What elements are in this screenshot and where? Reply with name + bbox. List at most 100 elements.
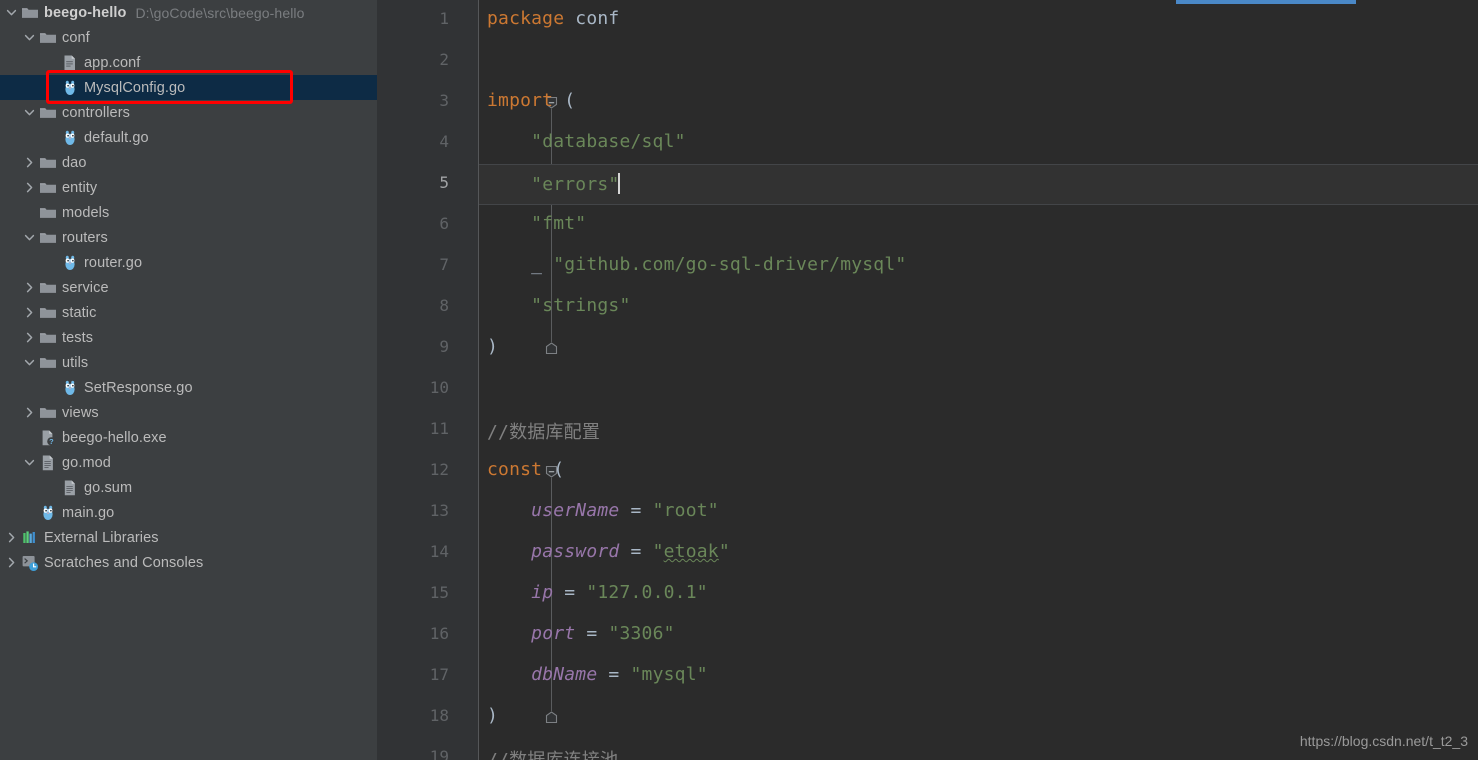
go-gopher-icon [61, 379, 79, 397]
tree-item-external-libraries[interactable]: External Libraries [0, 525, 377, 550]
code-line[interactable]: //数据库配置 [479, 410, 1478, 451]
tree-item-go-mod[interactable]: go.mod [0, 450, 377, 475]
tree-item-dao[interactable]: dao [0, 150, 377, 175]
code-line-text: ) [487, 336, 499, 357]
line-number: 16 [429, 624, 449, 643]
code-line[interactable]: port = "3306" [479, 615, 1478, 656]
code-line-text: "database/sql" [531, 131, 686, 152]
project-tree-panel[interactable]: beego-hello D:\goCode\src\beego-hello conf… [0, 0, 377, 760]
folder-icon [39, 304, 57, 322]
tree-item-label: SetResponse.go [84, 379, 193, 396]
line-number-gutter: 1 2 3 4 5 6 7 8 9 10 11 12 13 14 15 16 17 18 19 [377, 0, 459, 760]
tree-item-beego-hello-exe[interactable]: ? beego-hello.exe [0, 425, 377, 450]
code-line[interactable]: ) [479, 328, 1478, 369]
tree-item-router-go[interactable]: router.go [0, 250, 377, 275]
tree-item-entity[interactable]: entity [0, 175, 377, 200]
code-line[interactable]: "fmt" [479, 205, 1478, 246]
chevron-right-icon[interactable] [22, 405, 37, 420]
code-line[interactable]: import ( [479, 82, 1478, 123]
chevron-down-icon[interactable] [22, 30, 37, 45]
chevron-right-icon[interactable] [4, 530, 19, 545]
code-line[interactable]: userName = "root" [479, 492, 1478, 533]
tree-item-label: static [62, 304, 97, 321]
chevron-right-icon[interactable] [22, 305, 37, 320]
chevron-right-icon[interactable] [22, 280, 37, 295]
code-text-area[interactable]: package conf import ( "database/sql" "err… [479, 0, 1478, 760]
tree-arrow-placeholder [22, 430, 37, 445]
line-number: 15 [429, 583, 449, 602]
code-line-text: ) [487, 705, 499, 726]
code-line-text: //数据库连接池 [487, 746, 618, 760]
code-line-text: port = "3306" [531, 623, 675, 644]
tree-item-setresponse-go[interactable]: SetResponse.go [0, 375, 377, 400]
code-line[interactable]: "strings" [479, 287, 1478, 328]
chevron-right-icon[interactable] [4, 555, 19, 570]
code-line[interactable]: "database/sql" [479, 123, 1478, 164]
code-line[interactable] [479, 369, 1478, 410]
code-line-text: userName = "root" [531, 500, 719, 521]
go-gopher-icon [61, 79, 79, 97]
chevron-down-icon[interactable] [22, 355, 37, 370]
line-number: 2 [439, 50, 449, 69]
tree-item-utils[interactable]: utils [0, 350, 377, 375]
project-tree[interactable]: beego-hello D:\goCode\src\beego-hello conf… [0, 0, 377, 575]
folder-icon [39, 154, 57, 172]
tree-item-beego-hello[interactable]: beego-hello D:\goCode\src\beego-hello [0, 0, 377, 25]
tree-item-label: entity [62, 179, 98, 196]
tree-item-default-go[interactable]: default.go [0, 125, 377, 150]
line-number: 1 [439, 9, 449, 28]
code-line-text: "errors" [531, 173, 621, 195]
chevron-down-icon[interactable] [22, 105, 37, 120]
line-number: 11 [429, 419, 449, 438]
code-line[interactable]: "errors" [479, 164, 1478, 205]
tree-item-scratches-and-consoles[interactable]: Scratches and Consoles [0, 550, 377, 575]
code-line[interactable]: password = "etoak" [479, 533, 1478, 574]
line-number: 8 [439, 296, 449, 315]
chevron-down-icon[interactable] [22, 230, 37, 245]
editor-scrollbar-indicator[interactable] [1176, 0, 1356, 4]
tree-item-controllers[interactable]: controllers [0, 100, 377, 125]
code-line[interactable]: ip = "127.0.0.1" [479, 574, 1478, 615]
tree-item-main-go[interactable]: main.go [0, 500, 377, 525]
chevron-right-icon[interactable] [22, 180, 37, 195]
tree-item-go-sum[interactable]: go.sum [0, 475, 377, 500]
conf-file-icon [61, 54, 79, 72]
chevron-right-icon[interactable] [22, 330, 37, 345]
line-number: 19 [429, 747, 449, 760]
tree-arrow-placeholder [22, 505, 37, 520]
code-line[interactable]: _ "github.com/go-sql-driver/mysql" [479, 246, 1478, 287]
tree-item-label: controllers [62, 104, 130, 121]
tree-arrow-placeholder [44, 480, 59, 495]
tree-arrow-placeholder [44, 380, 59, 395]
tree-item-service[interactable]: service [0, 275, 377, 300]
code-line-text: import ( [487, 90, 576, 111]
tree-item-static[interactable]: static [0, 300, 377, 325]
chevron-down-icon[interactable] [4, 5, 19, 20]
tree-item-views[interactable]: views [0, 400, 377, 425]
tree-item-routers[interactable]: routers [0, 225, 377, 250]
code-folding-gutter[interactable] [459, 0, 558, 760]
tree-item-mysqlconfig-go[interactable]: MysqlConfig.go [0, 75, 377, 100]
tree-arrow-placeholder [22, 205, 37, 220]
folder-icon [39, 229, 57, 247]
folder-icon [39, 329, 57, 347]
tree-item-models[interactable]: models [0, 200, 377, 225]
tree-item-label: go.sum [84, 479, 133, 496]
code-line[interactable]: const ( [479, 451, 1478, 492]
tree-item-label: main.go [62, 504, 115, 521]
code-line[interactable]: ) [479, 697, 1478, 738]
ide-window: beego-hello D:\goCode\src\beego-hello conf… [0, 0, 1478, 760]
chevron-down-icon[interactable] [22, 455, 37, 470]
code-line[interactable]: package conf [479, 0, 1478, 41]
code-line[interactable] [479, 41, 1478, 82]
mod-file-icon [61, 479, 79, 497]
tree-item-label: app.conf [84, 54, 141, 71]
chevron-right-icon[interactable] [22, 155, 37, 170]
line-number: 14 [429, 542, 449, 561]
tree-item-tests[interactable]: tests [0, 325, 377, 350]
tree-item-conf[interactable]: conf [0, 25, 377, 50]
tree-item-app-conf[interactable]: app.conf [0, 50, 377, 75]
code-line[interactable]: dbName = "mysql" [479, 656, 1478, 697]
code-editor[interactable]: 1 2 3 4 5 6 7 8 9 10 11 12 13 14 15 16 17 18 19 package co… [377, 0, 1478, 760]
line-number: 3 [439, 91, 449, 110]
